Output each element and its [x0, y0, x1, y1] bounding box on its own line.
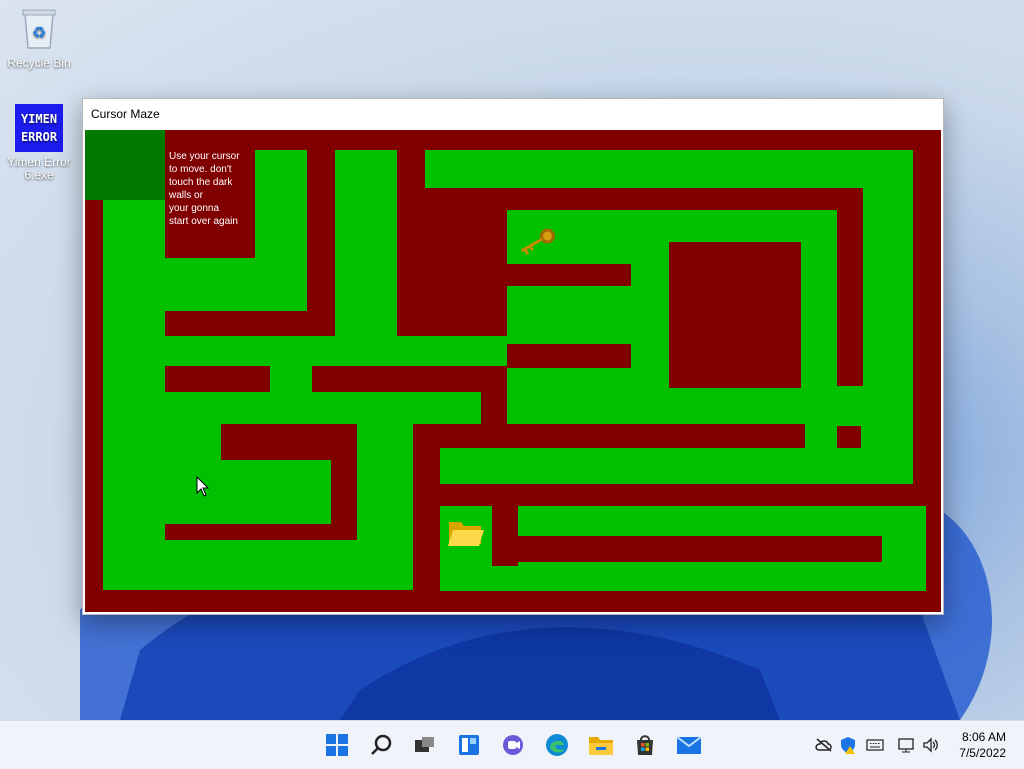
- desktop-icon-label: Recycle Bin: [7, 56, 71, 70]
- window-titlebar[interactable]: Cursor Maze: [83, 99, 943, 129]
- widgets-icon[interactable]: [455, 731, 483, 759]
- maze-wall: [669, 242, 801, 388]
- maze-area[interactable]: Use your cursor to move. don't touch the…: [85, 130, 941, 612]
- taskbar: 8:06 AM 7/5/2022: [0, 720, 1024, 769]
- store-icon[interactable]: [631, 731, 659, 759]
- taskbar-clock[interactable]: 8:06 AM 7/5/2022: [959, 729, 1006, 761]
- maze-path[interactable]: [165, 392, 481, 424]
- yimen-badge-line1: YIMEN: [20, 112, 58, 126]
- recycle-bin-icon: ♻: [22, 9, 56, 49]
- desktop-icon-yimen-error[interactable]: YIMEN ERROR Yimen Error 6.exe: [4, 104, 74, 182]
- maze-path[interactable]: [165, 460, 331, 524]
- mouse-cursor-icon: [196, 476, 210, 497]
- maze-wall: [492, 536, 882, 562]
- start-icon[interactable]: [323, 731, 351, 759]
- maze-instructions: Use your cursor to move. don't touch the…: [169, 151, 240, 227]
- maze-path[interactable]: [440, 448, 913, 484]
- folder-icon[interactable]: [447, 516, 485, 548]
- svg-text:♻: ♻: [32, 25, 46, 42]
- mail-icon[interactable]: [675, 731, 703, 759]
- maze-wall: [507, 264, 631, 286]
- teams-chat-icon[interactable]: [499, 731, 527, 759]
- yimen-badge-line2: ERROR: [20, 130, 58, 144]
- security-warning-icon[interactable]: [838, 735, 858, 755]
- task-view-icon[interactable]: [411, 731, 439, 759]
- onedrive-offline-icon[interactable]: [814, 735, 834, 755]
- maze-path[interactable]: [255, 150, 307, 310]
- yimen-error-icon: YIMEN ERROR: [15, 104, 63, 152]
- cursor-maze-window: Cursor Maze Use your cursor to move. don…: [82, 98, 944, 615]
- network-icon[interactable]: [897, 735, 917, 755]
- desktop-icon-recycle-bin[interactable]: ♻ Recycle Bin: [4, 6, 74, 70]
- clock-date: 7/5/2022: [959, 746, 1006, 760]
- key-icon[interactable]: [515, 222, 559, 262]
- maze-wall: [221, 436, 357, 460]
- file-explorer-icon[interactable]: [587, 731, 615, 759]
- maze-wall: [507, 344, 631, 368]
- desktop-icon-label: Yimen Error 6.exe: [7, 155, 71, 182]
- keyboard-icon[interactable]: [864, 735, 886, 755]
- search-icon[interactable]: [367, 731, 395, 759]
- maze-path[interactable]: [425, 150, 913, 188]
- window-title: Cursor Maze: [91, 107, 160, 121]
- clock-time: 8:06 AM: [961, 730, 1006, 744]
- maze-path[interactable]: [103, 150, 165, 590]
- maze-path[interactable]: [357, 424, 413, 590]
- volume-icon[interactable]: [921, 735, 941, 755]
- maze-start-zone[interactable]: [85, 130, 165, 200]
- maze-path[interactable]: [863, 150, 913, 484]
- edge-icon[interactable]: [543, 731, 571, 759]
- maze-path[interactable]: [270, 366, 312, 393]
- maze-wall: [837, 426, 861, 448]
- maze-path[interactable]: [335, 150, 397, 366]
